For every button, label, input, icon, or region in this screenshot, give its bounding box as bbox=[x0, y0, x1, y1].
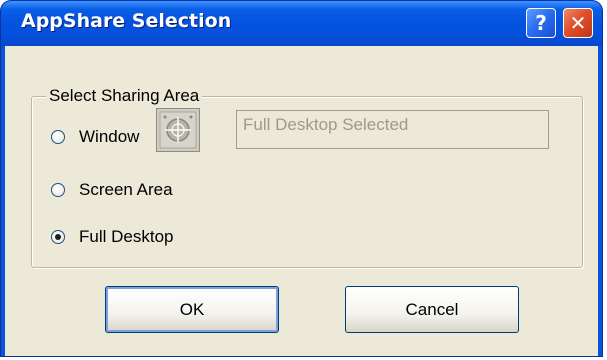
radio-window[interactable]: Window bbox=[51, 127, 139, 147]
title-bar[interactable]: AppShare Selection ? ✕ bbox=[1, 1, 602, 46]
crosshair-target-svg bbox=[159, 111, 197, 149]
help-button[interactable]: ? bbox=[526, 8, 556, 38]
crosshair-target-icon[interactable] bbox=[156, 108, 200, 152]
radio-full-desktop[interactable]: Full Desktop bbox=[51, 227, 173, 247]
group-label: Select Sharing Area bbox=[46, 86, 203, 106]
radio-screen-area-indicator[interactable] bbox=[51, 183, 65, 197]
dialog-body: Select Sharing Area Window Full Desktop … bbox=[5, 46, 598, 356]
close-button[interactable]: ✕ bbox=[563, 8, 593, 38]
appshare-dialog: AppShare Selection ? ✕ Select Sharing Ar… bbox=[1, 1, 602, 356]
radio-full-desktop-label: Full Desktop bbox=[79, 227, 174, 246]
radio-screen-area[interactable]: Screen Area bbox=[51, 180, 173, 200]
radio-window-indicator[interactable] bbox=[51, 130, 65, 144]
radio-window-label: Window bbox=[79, 127, 140, 146]
radio-screen-area-label: Screen Area bbox=[79, 180, 173, 199]
close-icon: ✕ bbox=[569, 11, 587, 35]
help-icon: ? bbox=[535, 11, 547, 35]
radio-full-desktop-indicator[interactable] bbox=[51, 230, 65, 244]
selection-display-field: Full Desktop Selected bbox=[236, 110, 549, 149]
dialog-title: AppShare Selection bbox=[21, 10, 232, 32]
ok-button[interactable]: OK bbox=[105, 286, 279, 333]
cancel-button[interactable]: Cancel bbox=[345, 286, 519, 333]
